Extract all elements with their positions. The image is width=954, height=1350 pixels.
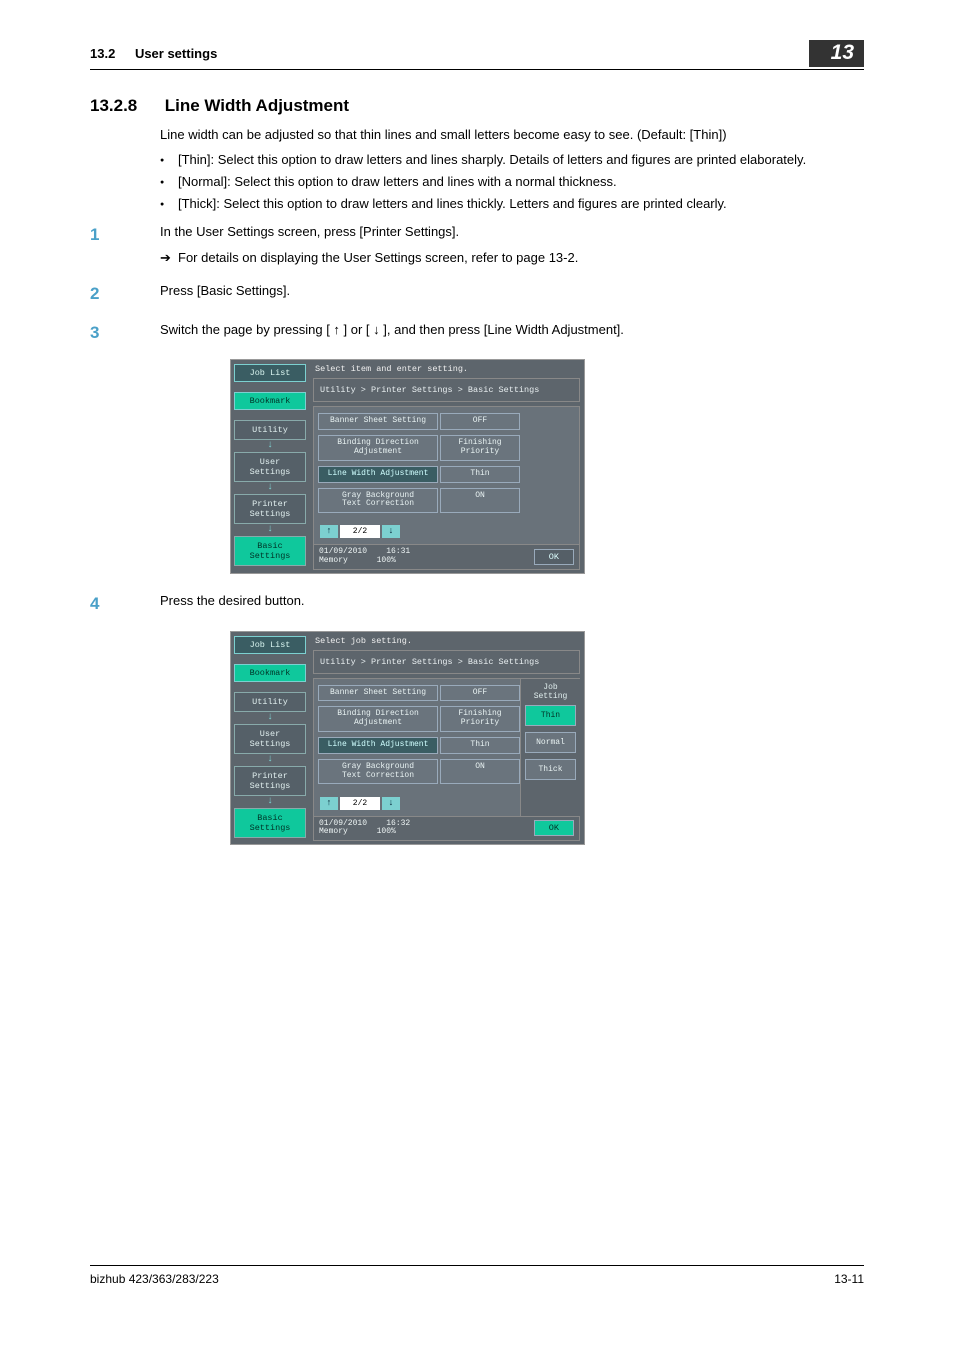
nav-utility[interactable]: Utility bbox=[234, 420, 306, 440]
nav-utility[interactable]: Utility bbox=[234, 692, 306, 712]
status-info: 01/09/2010 16:32 Memory 100% bbox=[319, 820, 410, 838]
footer-model: bizhub 423/363/283/223 bbox=[90, 1272, 219, 1286]
step-1-text: In the User Settings screen, press [Prin… bbox=[160, 224, 459, 239]
ok-button[interactable]: OK bbox=[534, 820, 574, 836]
line-width-value: Thin bbox=[440, 466, 520, 483]
job-setting-title: Job Setting bbox=[525, 683, 576, 701]
binding-direction-value: Finishing Priority bbox=[440, 706, 520, 732]
gray-background-value: ON bbox=[440, 759, 520, 785]
page-down-button[interactable]: ↓ bbox=[382, 797, 400, 810]
job-list-tab[interactable]: Job List bbox=[234, 636, 306, 654]
job-setting-panel: Job Setting Thin Normal Thick bbox=[520, 679, 580, 816]
line-width-adjustment-button[interactable]: Line Width Adjustment bbox=[318, 737, 438, 754]
step-4-text: Press the desired button. bbox=[160, 593, 305, 608]
binding-direction-button[interactable]: Binding Direction Adjustment bbox=[318, 706, 438, 732]
chevron-down-icon: ↓ bbox=[234, 441, 306, 451]
chevron-down-icon: ↓ bbox=[234, 525, 306, 535]
nav-basic-settings[interactable]: Basic Settings bbox=[234, 536, 306, 566]
nav-user-settings[interactable]: User Settings bbox=[234, 452, 306, 482]
option-thin-button[interactable]: Thin bbox=[525, 705, 576, 726]
banner-sheet-setting-button[interactable]: Banner Sheet Setting bbox=[318, 413, 438, 430]
banner-sheet-value: OFF bbox=[440, 413, 520, 430]
page-down-button[interactable]: ↓ bbox=[382, 525, 400, 538]
chevron-down-icon: ↓ bbox=[234, 713, 306, 723]
top-instruction: Select item and enter setting. bbox=[309, 360, 584, 378]
subsection-title: Line Width Adjustment bbox=[165, 96, 349, 115]
bookmark-tab[interactable]: Bookmark bbox=[234, 664, 306, 682]
memory-label: Memory bbox=[319, 556, 348, 565]
nav-basic-settings[interactable]: Basic Settings bbox=[234, 808, 306, 838]
intro-paragraph: Line width can be adjusted so that thin … bbox=[160, 126, 864, 145]
status-date: 01/09/2010 bbox=[319, 819, 367, 828]
step-2-text: Press [Basic Settings]. bbox=[160, 283, 290, 298]
line-width-adjustment-button[interactable]: Line Width Adjustment bbox=[318, 466, 438, 483]
status-time: 16:31 bbox=[386, 547, 410, 556]
nav-printer-settings[interactable]: Printer Settings bbox=[234, 766, 306, 796]
step-1-subtext: For details on displaying the User Setti… bbox=[178, 249, 578, 268]
bullet-thin: [Thin]: Select this option to draw lette… bbox=[160, 151, 864, 170]
bookmark-tab[interactable]: Bookmark bbox=[234, 392, 306, 410]
device-screenshot-2: Job List Bookmark Utility ↓ User Setting… bbox=[230, 631, 585, 846]
memory-value: 100% bbox=[377, 556, 396, 565]
page-indicator: 2/2 bbox=[340, 525, 380, 538]
page-indicator: 2/2 bbox=[340, 797, 380, 810]
bullet-normal: [Normal]: Select this option to draw let… bbox=[160, 173, 864, 192]
status-date: 01/09/2010 bbox=[319, 547, 367, 556]
memory-value: 100% bbox=[377, 827, 396, 836]
gray-background-button[interactable]: Gray Background Text Correction bbox=[318, 488, 438, 514]
header-section-number: 13.2 bbox=[90, 46, 115, 61]
binding-direction-button[interactable]: Binding Direction Adjustment bbox=[318, 435, 438, 461]
option-thick-button[interactable]: Thick bbox=[525, 759, 576, 780]
footer-page-number: 13-11 bbox=[834, 1272, 864, 1286]
ok-button[interactable]: OK bbox=[534, 549, 574, 565]
banner-sheet-setting-button[interactable]: Banner Sheet Setting bbox=[318, 685, 438, 702]
step-number-3: 3 bbox=[90, 321, 160, 346]
header-section-title: User settings bbox=[135, 46, 217, 61]
status-time: 16:32 bbox=[386, 819, 410, 828]
subsection-heading: 13.2.8 Line Width Adjustment bbox=[90, 96, 864, 116]
status-info: 01/09/2010 16:31 Memory 100% bbox=[319, 548, 410, 566]
gray-background-button[interactable]: Gray Background Text Correction bbox=[318, 759, 438, 785]
subsection-number: 13.2.8 bbox=[90, 96, 160, 116]
device-screenshot-1: Job List Bookmark Utility ↓ User Setting… bbox=[230, 359, 585, 574]
breadcrumb: Utility > Printer Settings > Basic Setti… bbox=[313, 378, 580, 402]
bullet-thick: [Thick]: Select this option to draw lett… bbox=[160, 195, 864, 214]
running-header: 13.2 User settings bbox=[90, 46, 217, 61]
page-up-button[interactable]: ↑ bbox=[320, 525, 338, 538]
chevron-down-icon: ↓ bbox=[234, 797, 306, 807]
page-up-button[interactable]: ↑ bbox=[320, 797, 338, 810]
chevron-down-icon: ↓ bbox=[234, 755, 306, 765]
binding-direction-value: Finishing Priority bbox=[440, 435, 520, 461]
memory-label: Memory bbox=[319, 827, 348, 836]
chapter-badge: 13 bbox=[809, 40, 864, 67]
chevron-down-icon: ↓ bbox=[234, 483, 306, 493]
step-number-2: 2 bbox=[90, 282, 160, 307]
banner-sheet-value: OFF bbox=[440, 685, 520, 702]
arrow-icon: ➔ bbox=[160, 249, 178, 268]
line-width-value: Thin bbox=[440, 737, 520, 754]
job-list-tab[interactable]: Job List bbox=[234, 364, 306, 382]
step-number-4: 4 bbox=[90, 592, 160, 617]
nav-user-settings[interactable]: User Settings bbox=[234, 724, 306, 754]
top-instruction: Select job setting. bbox=[309, 632, 584, 650]
step-3-text: Switch the page by pressing [ ↑ ] or [ ↓… bbox=[160, 322, 624, 337]
gray-background-value: ON bbox=[440, 488, 520, 514]
nav-printer-settings[interactable]: Printer Settings bbox=[234, 494, 306, 524]
option-normal-button[interactable]: Normal bbox=[525, 732, 576, 753]
breadcrumb: Utility > Printer Settings > Basic Setti… bbox=[313, 650, 580, 674]
header-rule bbox=[90, 69, 864, 70]
step-number-1: 1 bbox=[90, 223, 160, 268]
footer-rule bbox=[90, 1265, 864, 1266]
